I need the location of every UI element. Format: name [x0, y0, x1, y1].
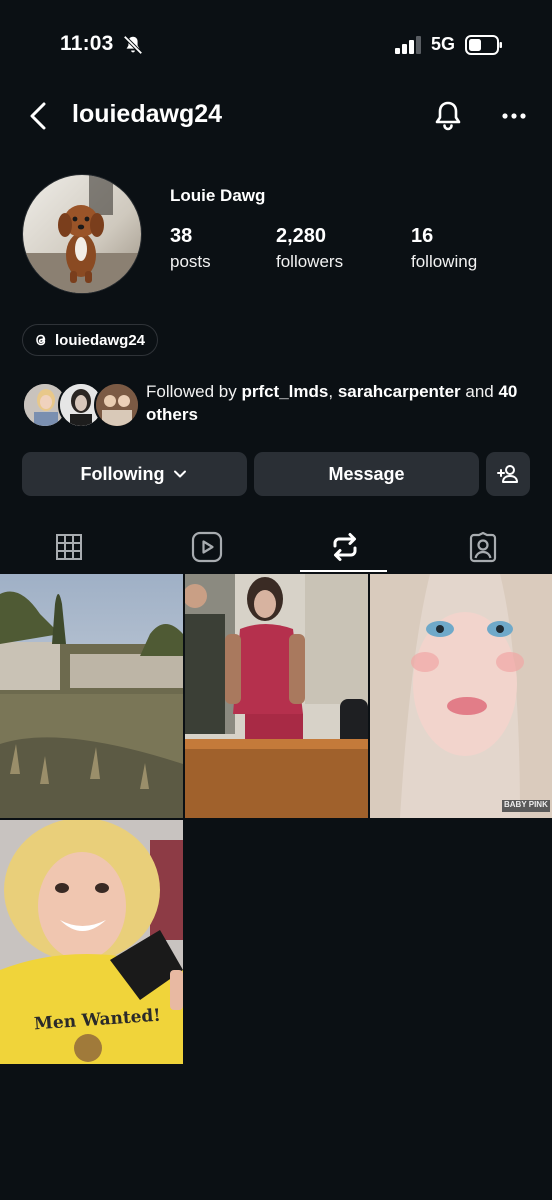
- bell-icon[interactable]: [431, 98, 465, 132]
- tagged-tab[interactable]: [414, 522, 552, 572]
- grid-watermark: BABY PINK: [504, 800, 548, 809]
- profile-full-name: Louie Dawg: [170, 186, 266, 205]
- followed-by-prefix: Followed by: [146, 382, 242, 401]
- stat-number: 16: [411, 225, 434, 247]
- following-button-label: Following: [80, 463, 165, 484]
- posts-grid-tab[interactable]: [0, 522, 138, 572]
- mutual-user-1: prfct_lmds: [241, 382, 329, 401]
- repost-icon: [333, 533, 357, 561]
- posts-count[interactable]: 38 posts: [170, 225, 211, 272]
- suggested-people-button[interactable]: [486, 452, 530, 496]
- following-count[interactable]: 16 following: [411, 225, 477, 272]
- back-chevron-icon[interactable]: [26, 100, 50, 132]
- stat-label: followers: [276, 252, 344, 271]
- mutual-user-2: sarahcarpenter: [337, 382, 461, 401]
- message-button-label: Message: [328, 463, 405, 484]
- chevron-down-icon: [174, 470, 187, 478]
- profile-avatar[interactable]: [22, 174, 142, 294]
- battery-icon: [465, 35, 502, 55]
- profile-username: louiedawg24: [72, 100, 223, 128]
- mutual-avatar[interactable]: [94, 382, 140, 428]
- status-time: 11:03: [60, 32, 114, 55]
- followers-count[interactable]: 2,280 followers: [276, 225, 343, 272]
- grid-post-ruins[interactable]: [0, 574, 183, 818]
- stat-number: 38: [170, 225, 193, 247]
- grid-post-portrait[interactable]: BABY PINK: [370, 574, 552, 818]
- threads-profile-link[interactable]: louiedawg24: [22, 324, 159, 356]
- following-button[interactable]: Following: [22, 452, 247, 496]
- reels-tab[interactable]: [138, 522, 276, 572]
- message-button[interactable]: Message: [254, 452, 479, 496]
- threads-handle: louiedawg24: [55, 331, 146, 349]
- threads-icon: [36, 334, 46, 346]
- add-person-icon: [497, 465, 518, 483]
- bell-slash-icon: [123, 35, 143, 55]
- followed-by-text[interactable]: Followed by prfct_lmds, sarahcarpenter a…: [146, 380, 536, 426]
- more-dots-icon[interactable]: [498, 104, 530, 128]
- network-type: 5G: [431, 34, 456, 54]
- reels-icon: [191, 531, 223, 563]
- stat-number: 2,280: [276, 225, 327, 247]
- active-tab-indicator: [300, 570, 387, 572]
- signal-icon: [395, 36, 421, 54]
- stat-label: posts: [170, 252, 211, 271]
- grid-post-courtroom[interactable]: [185, 574, 368, 818]
- followed-by-conjunction: and: [460, 382, 499, 401]
- grid-icon: [56, 534, 82, 560]
- grid-post-interview[interactable]: Men Wanted!: [0, 820, 183, 1064]
- tagged-person-icon: [469, 531, 497, 563]
- followed-by-separator: ,: [328, 382, 338, 401]
- stat-label: following: [411, 252, 478, 271]
- reposts-tab[interactable]: [276, 522, 414, 572]
